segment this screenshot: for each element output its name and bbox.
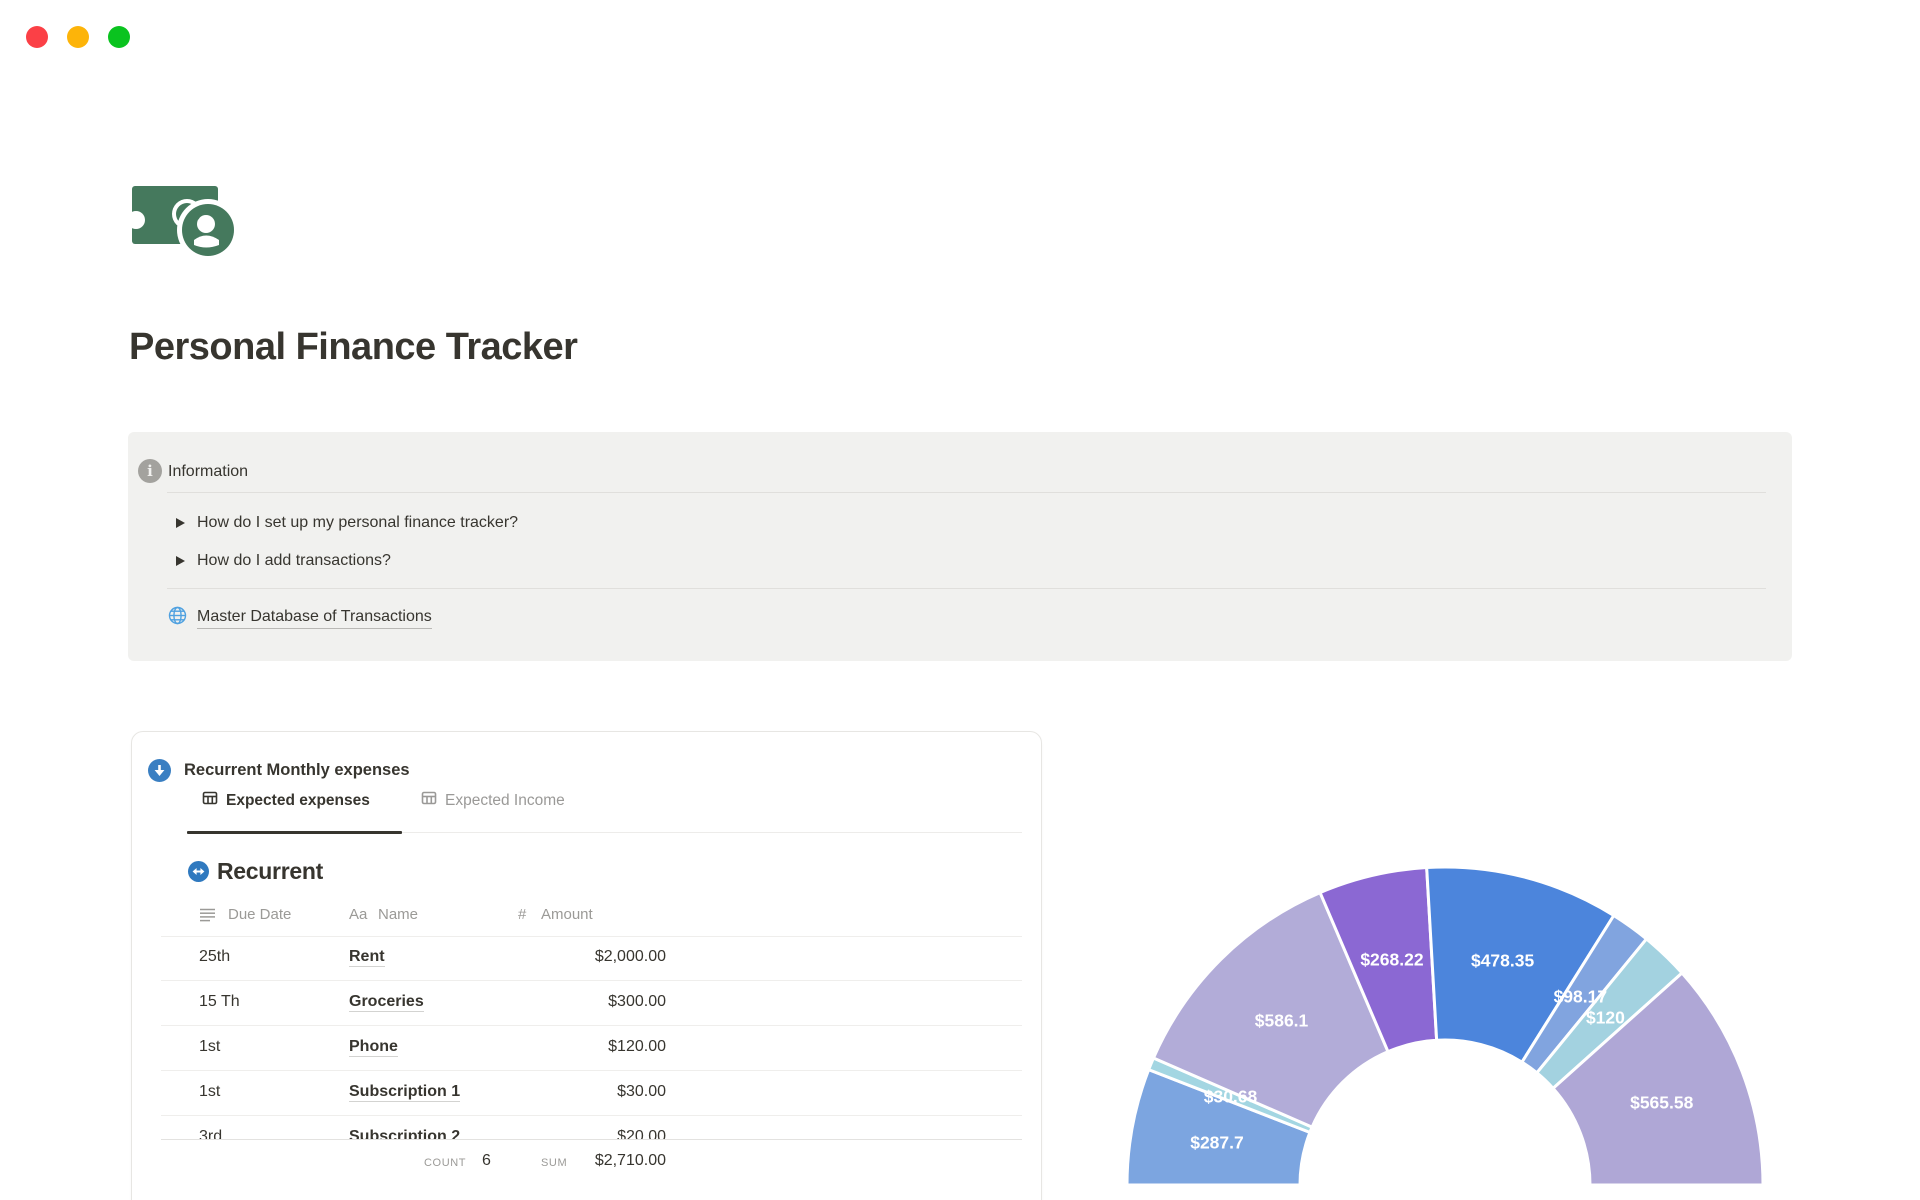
page-title: Personal Finance Tracker	[129, 326, 578, 368]
arrows-left-right-circle-icon	[188, 861, 209, 882]
chart-slice-label: $98.17	[1554, 987, 1608, 1007]
tab-expected-income[interactable]: Expected Income	[421, 790, 565, 811]
chart-slice-label: $287.7	[1190, 1132, 1244, 1152]
arrow-down-circle-icon	[148, 759, 171, 782]
chart-slice-label: $586.1	[1255, 1010, 1309, 1030]
column-header-due-date[interactable]: Due Date	[228, 906, 291, 923]
zoom-window-button[interactable]	[108, 26, 130, 48]
divider	[167, 492, 1766, 493]
table-body: 25th Rent $2,000.00 15 Th Groceries $300.00 1s…	[161, 936, 1022, 1161]
chart-slice-label: $30.68	[1204, 1087, 1258, 1107]
callout-title: Information	[168, 463, 249, 480]
page-icon-money[interactable]	[127, 178, 241, 262]
table-row[interactable]: 1st Phone $120.00	[161, 1026, 1022, 1071]
toggle-label: How do I add transactions?	[197, 552, 391, 569]
information-callout: i Information How do I set up my persona…	[128, 432, 1792, 661]
toggle-label: How do I set up my personal finance trac…	[197, 514, 519, 531]
close-window-button[interactable]	[26, 26, 48, 48]
cell-name-link[interactable]: Phone	[349, 1038, 398, 1057]
table-row[interactable]: 15 Th Groceries $300.00	[161, 981, 1022, 1026]
chart-slice-label: $268.22	[1360, 949, 1424, 969]
table-icon	[421, 790, 437, 811]
window-controls	[26, 26, 130, 48]
table-calc-footer: COUNT 6 SUM $2,710.00	[161, 1139, 1022, 1200]
column-header-amount[interactable]: Amount	[541, 906, 593, 923]
cell-amount: $30.00	[617, 1083, 666, 1100]
table-icon	[202, 790, 218, 811]
tab-label: Expected Income	[445, 791, 565, 809]
table-row[interactable]: 1st Subscription 1 $30.00	[161, 1071, 1022, 1116]
cell-name-link[interactable]: Groceries	[349, 993, 424, 1012]
toggle-arrow-icon	[176, 556, 185, 566]
card-title: Recurrent Monthly expenses	[184, 761, 410, 779]
cell-due-date: 25th	[199, 948, 231, 965]
lines-icon	[199, 906, 216, 928]
cell-amount: $120.00	[608, 1038, 666, 1055]
master-database-link-label: Master Database of Transactions	[197, 608, 432, 629]
section-title: Recurrent	[217, 858, 323, 884]
table-row[interactable]: 25th Rent $2,000.00	[161, 936, 1022, 981]
cell-name-link[interactable]: Rent	[349, 948, 385, 967]
column-header-name[interactable]: Name	[378, 906, 418, 923]
cell-name-link[interactable]: Subscription 1	[349, 1083, 461, 1102]
active-tab-underline	[187, 831, 402, 834]
number-property-icon: #	[518, 906, 527, 923]
minimize-window-button[interactable]	[67, 26, 89, 48]
tab-expected-expenses[interactable]: Expected expenses	[202, 790, 370, 811]
card-header: Recurrent Monthly expenses	[148, 759, 410, 782]
count-label[interactable]: COUNT	[424, 1157, 466, 1169]
cell-amount: $2,000.00	[594, 948, 666, 965]
expenses-donut-chart: $287.7 $30.68 $586.1 $268.22 $478.35 $98.17$1…	[1125, 865, 1765, 1187]
cell-due-date: 15 Th	[199, 993, 240, 1010]
count-value: 6	[482, 1152, 491, 1169]
info-icon: i	[138, 459, 162, 483]
sum-value: $2,710.00	[594, 1152, 666, 1169]
recurrent-expenses-card: Recurrent Monthly expenses Expected expe…	[131, 731, 1042, 1200]
recurrent-section-heading: Recurrent	[188, 858, 323, 885]
master-database-link[interactable]: Master Database of Transactions	[168, 606, 432, 630]
globe-icon	[168, 606, 187, 630]
chart-slice-label: $565.58	[1630, 1092, 1694, 1112]
toggle-add-transactions-question[interactable]: How do I add transactions?	[176, 549, 391, 573]
chart-slice-label: $120	[1586, 1008, 1625, 1028]
cell-due-date: 1st	[199, 1038, 221, 1055]
divider	[167, 588, 1766, 589]
chart-slice-label: $478.35	[1471, 950, 1535, 970]
notion-window: Personal Finance Tracker i Information H…	[0, 0, 1920, 1200]
toggle-arrow-icon	[176, 518, 185, 528]
table-header-row: Due Date Aa Name # Amount	[161, 896, 1022, 937]
cell-amount: $300.00	[608, 993, 666, 1010]
toggle-setup-question[interactable]: How do I set up my personal finance trac…	[176, 511, 518, 535]
tab-label: Expected expenses	[226, 791, 370, 809]
title-property-icon: Aa	[349, 906, 368, 923]
cell-due-date: 1st	[199, 1083, 221, 1100]
